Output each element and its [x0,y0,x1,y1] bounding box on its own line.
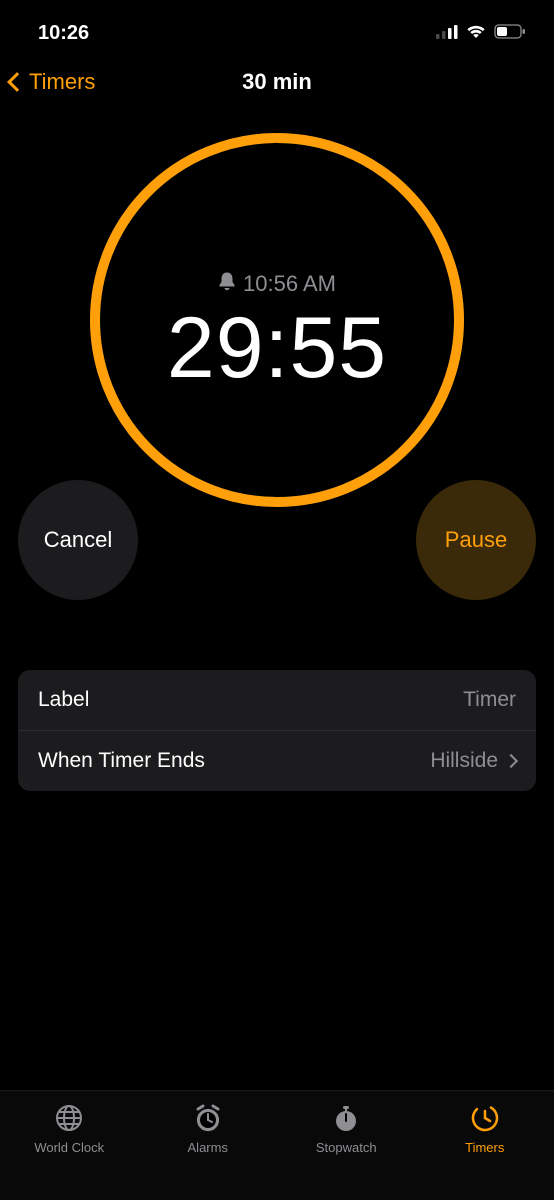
ends-row-value: Hillside [430,749,498,773]
stopwatch-icon [329,1101,363,1135]
cellular-icon [436,22,458,45]
bell-icon [218,271,236,297]
ends-row-title: When Timer Ends [38,749,205,773]
chevron-left-icon [7,72,27,92]
pause-button[interactable]: Pause [416,480,536,600]
back-label: Timers [29,69,95,95]
page-title: 30 min [242,69,312,95]
cancel-label: Cancel [44,527,112,553]
settings-list: Label Timer When Timer Ends Hillside [18,670,536,791]
end-time: 10:56 AM [218,271,336,297]
tab-label: Alarms [188,1140,228,1155]
status-indicators [436,22,526,45]
timer-button-row: Cancel Pause [0,480,554,600]
wifi-icon [465,22,487,45]
timer-icon [468,1101,502,1135]
status-bar: 10:26 [0,0,554,54]
battery-icon [494,22,526,45]
tab-alarms[interactable]: Alarms [139,1101,278,1155]
when-timer-ends-row[interactable]: When Timer Ends Hillside [18,730,536,791]
tab-bar: World Clock Alarms Stopwatch [0,1090,554,1200]
tab-world-clock[interactable]: World Clock [0,1101,139,1155]
label-row[interactable]: Label Timer [18,670,536,730]
end-time-text: 10:56 AM [243,271,336,297]
globe-icon [52,1101,86,1135]
tab-timers[interactable]: Timers [416,1101,554,1155]
alarm-icon [191,1101,225,1135]
status-time: 10:26 [38,22,89,45]
nav-bar: Timers 30 min [0,54,554,110]
tab-label: Stopwatch [316,1140,377,1155]
chevron-right-icon [504,754,518,768]
cancel-button[interactable]: Cancel [18,480,138,600]
timer-ring: 10:56 AM 29:55 [87,130,467,510]
countdown-text: 29:55 [167,299,387,398]
label-row-value: Timer [463,688,516,712]
tab-label: Timers [465,1140,504,1155]
label-row-title: Label [38,688,89,712]
tab-label: World Clock [34,1140,104,1155]
tab-stopwatch[interactable]: Stopwatch [277,1101,416,1155]
pause-label: Pause [445,527,507,553]
back-button[interactable]: Timers [10,69,95,95]
timer-area: 10:56 AM 29:55 Cancel Pause [0,110,554,560]
